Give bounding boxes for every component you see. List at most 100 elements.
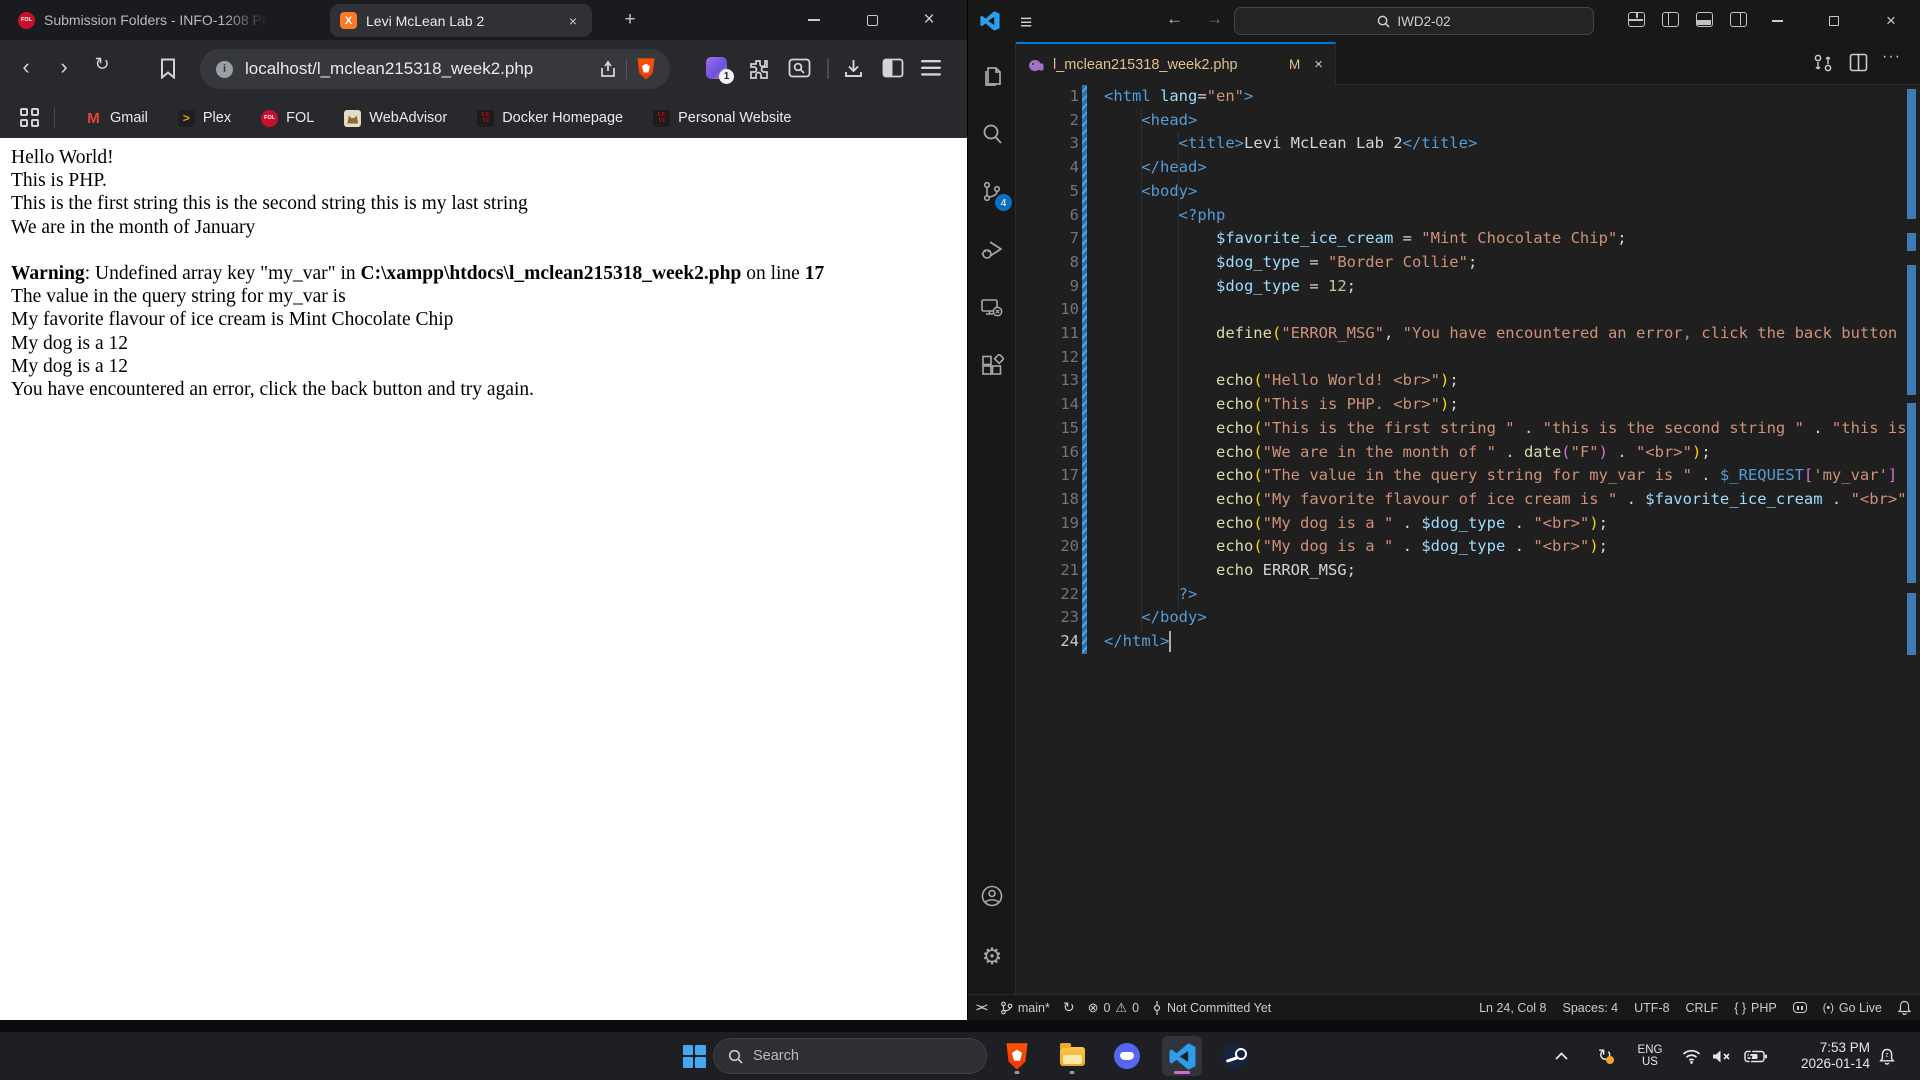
tray-chevron-icon[interactable] <box>1546 1032 1576 1080</box>
vscode-maximize-button[interactable] <box>1811 0 1857 42</box>
sync-changes-item[interactable]: ↻ <box>1063 999 1075 1016</box>
taskbar-brave-icon[interactable] <box>997 1036 1037 1076</box>
bookmark-item-fol[interactable]: FOLFOL <box>261 110 314 127</box>
line-number: 9 <box>1016 275 1079 299</box>
share-icon[interactable] <box>599 60 617 78</box>
line-number: 10 <box>1016 298 1079 322</box>
bookmark-item-gmail[interactable]: MGmail <box>85 110 148 127</box>
editor-tab-active[interactable]: l_mclean215318_week2.php M × <box>1016 42 1336 85</box>
page-text-line-3: This is the first string this is the sec… <box>11 192 967 215</box>
bookmark-item-plex[interactable]: >Plex <box>178 110 231 127</box>
accounts-icon[interactable] <box>976 880 1008 912</box>
vscode-forward-icon[interactable]: → <box>1206 9 1223 29</box>
bookmark-icon[interactable] <box>160 58 176 79</box>
extensions-icon[interactable] <box>976 350 1008 382</box>
brave-shields-icon[interactable] <box>636 58 656 81</box>
code-line-10 <box>1104 298 1907 322</box>
vscode-back-icon[interactable]: ← <box>1166 9 1183 29</box>
site-info-icon[interactable]: i <box>216 61 233 78</box>
notifications-bell-icon[interactable] <box>1898 1000 1911 1015</box>
git-branch-item[interactable]: main* <box>1000 1001 1050 1015</box>
bookmark-item-personal-website[interactable]: LEVIPersonal Website <box>653 110 791 127</box>
line-number: 1 <box>1016 85 1079 109</box>
line-number: 24 <box>1016 630 1079 654</box>
remote-explorer-icon[interactable] <box>976 292 1008 324</box>
tray-notifications-bell-icon[interactable]: z <box>1872 1032 1902 1080</box>
browser-tab-inactive[interactable]: FOL Submission Folders - INFO-1208 PHP <box>18 6 268 34</box>
indentation-item[interactable]: Spaces: 4 <box>1563 1001 1619 1015</box>
search-view-icon[interactable] <box>976 118 1008 150</box>
svg-text:z: z <box>1886 1052 1889 1058</box>
vscode-menu-icon[interactable]: ≡ <box>1020 11 1032 35</box>
remote-indicator[interactable]: >< <box>976 1002 987 1014</box>
run-debug-icon[interactable] <box>976 234 1008 266</box>
browser-menu-icon[interactable] <box>920 59 942 77</box>
address-bar[interactable]: i localhost/l_mclean215318_week2.php <box>200 49 670 89</box>
tray-battery-icon[interactable] <box>1738 1032 1772 1080</box>
source-control-icon[interactable]: 4 <box>976 176 1008 208</box>
code-line-13: echo("Hello World! <br>"); <box>1104 369 1907 393</box>
vscode-minimize-button[interactable] <box>1754 0 1800 42</box>
sidebar-toggle-icon[interactable] <box>882 58 904 78</box>
bookmark-item-docker-homepage[interactable]: LEVIDocker Homepage <box>477 110 623 127</box>
toggle-primary-sidebar-icon[interactable] <box>1662 12 1679 27</box>
start-button[interactable] <box>674 1036 714 1076</box>
tray-language-indicator[interactable]: ENGUS <box>1630 1032 1670 1080</box>
tab-filename: l_mclean215318_week2.php <box>1053 57 1281 73</box>
explorer-icon[interactable] <box>976 60 1008 92</box>
bookmark-label: WebAdvisor <box>369 110 447 126</box>
download-icon[interactable] <box>843 58 864 79</box>
customize-layout-icon[interactable] <box>1628 12 1645 27</box>
taskbar-search[interactable]: Search <box>713 1038 987 1074</box>
taskbar-vscode-icon[interactable] <box>1162 1036 1202 1076</box>
taskbar-explorer-icon[interactable] <box>1052 1036 1092 1076</box>
go-live-item[interactable]: (•)Go Live <box>1823 1001 1882 1015</box>
settings-gear-icon[interactable]: ⚙ <box>976 940 1008 972</box>
screenshot-tool-icon[interactable] <box>788 58 811 79</box>
copilot-icon[interactable] <box>1793 1002 1807 1013</box>
vscode-close-button[interactable]: × <box>1868 0 1914 42</box>
taskbar-steam-icon[interactable] <box>1215 1036 1255 1076</box>
cursor-position-item[interactable]: Ln 24, Col 8 <box>1479 1001 1546 1015</box>
code-editor[interactable]: 1<html lang="en">2 <head>3 <title>Levi M… <box>1016 85 1920 994</box>
code-line-3: <title>Levi McLean Lab 2</title> <box>1104 132 1907 156</box>
browser-tab-active[interactable]: X Levi McLean Lab 2 × <box>330 4 592 37</box>
tray-clock[interactable]: 7:53 PM 2026-01-14 <box>1778 1032 1870 1080</box>
new-tab-button[interactable]: + <box>618 8 642 32</box>
reload-button[interactable]: ↻ <box>88 54 116 75</box>
tray-wifi-icon[interactable] <box>1676 1032 1706 1080</box>
split-editor-icon[interactable] <box>1849 53 1868 72</box>
language-mode-item[interactable]: { }PHP <box>1734 1001 1777 1015</box>
vscode-window: ≡ ← → IWD2-02 × 4 <box>967 0 1920 1020</box>
forward-button[interactable]: › <box>50 54 78 80</box>
encoding-item[interactable]: UTF-8 <box>1634 1001 1669 1015</box>
tab-close-icon[interactable]: × <box>1314 56 1323 73</box>
browser-minimize-button[interactable] <box>791 0 837 40</box>
browser-close-button[interactable]: × <box>906 0 952 40</box>
vscode-command-search[interactable]: IWD2-02 <box>1234 7 1594 35</box>
extensions-puzzle-icon[interactable] <box>748 58 770 80</box>
browser-maximize-button[interactable] <box>849 0 895 40</box>
toggle-secondary-sidebar-icon[interactable] <box>1730 12 1747 27</box>
eol-item[interactable]: CRLF <box>1686 1001 1719 1015</box>
code-line-15: echo("This is the first string " . "this… <box>1104 417 1907 441</box>
commit-status-item[interactable]: Not Committed Yet <box>1152 1001 1271 1015</box>
toggle-panel-icon[interactable] <box>1696 12 1713 27</box>
line-number: 13 <box>1016 369 1079 393</box>
code-line-17: echo("The value in the query string for … <box>1104 464 1907 488</box>
tab-close-icon[interactable]: × <box>564 12 582 30</box>
taskbar-discord-icon[interactable] <box>1107 1036 1147 1076</box>
bookmark-item-webadvisor[interactable]: WebAdvisor <box>344 110 447 127</box>
wallet-badge: 1 <box>719 69 734 84</box>
brave-wallet-icon[interactable]: 1 <box>706 57 727 79</box>
code-line-24: </html> <box>1104 630 1907 654</box>
problems-item[interactable]: ⊗0 ⚠0 <box>1088 1000 1139 1016</box>
more-actions-icon[interactable]: ··· <box>1882 48 1901 66</box>
tray-update-icon[interactable]: ↻ <box>1590 1032 1620 1080</box>
back-button[interactable]: ‹ <box>12 54 40 80</box>
open-changes-icon[interactable] <box>1813 53 1833 73</box>
editor-tab-bar: l_mclean215318_week2.php M × ··· <box>1016 42 1920 85</box>
bookmark-apps-grid-icon[interactable] <box>20 108 40 128</box>
tray-volume-muted-icon[interactable] <box>1706 1032 1736 1080</box>
line-number: 23 <box>1016 606 1079 630</box>
